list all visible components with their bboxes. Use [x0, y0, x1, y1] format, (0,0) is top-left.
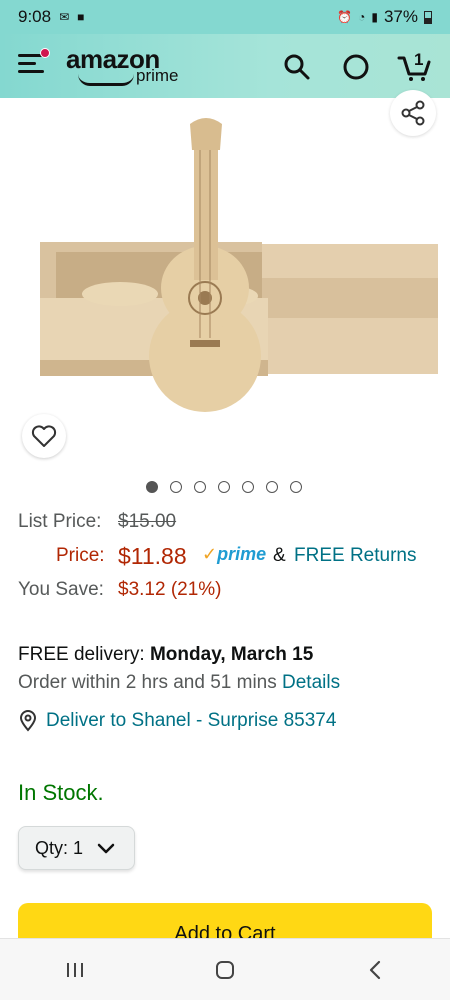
- carousel-dot[interactable]: [170, 481, 182, 493]
- menu-button[interactable]: [18, 48, 50, 76]
- stock-status: In Stock.: [18, 780, 104, 805]
- qty-label: Qty:: [35, 837, 69, 858]
- back-button[interactable]: [355, 950, 395, 990]
- back-icon: [369, 960, 381, 979]
- search-icon[interactable]: [282, 52, 312, 82]
- carousel-dot[interactable]: [194, 481, 206, 493]
- delivery-date: Monday, March 15: [149, 644, 314, 665]
- carousel-dot[interactable]: [218, 481, 230, 493]
- check-icon: ✓: [202, 544, 218, 564]
- ampersand: &: [273, 545, 286, 566]
- share-button[interactable]: [390, 90, 436, 136]
- alexa-icon[interactable]: [341, 52, 371, 82]
- free-returns-link[interactable]: FREE Returns: [294, 539, 416, 573]
- list-price-label: List Price:: [18, 511, 102, 532]
- list-price-row: List Price: $15.00: [18, 505, 438, 539]
- price-value: $11.88: [118, 543, 187, 569]
- price-block: List Price: $15.00 Price: $11.88 ✓prime …: [18, 505, 438, 607]
- heart-icon: [31, 425, 57, 447]
- carousel-dot[interactable]: [146, 481, 158, 493]
- qty-value: 1: [73, 837, 84, 858]
- cart-count: 1: [414, 50, 424, 69]
- price-label: Price:: [56, 545, 105, 566]
- wishlist-button[interactable]: [22, 414, 66, 458]
- delivery-info: FREE delivery: Monday, March 15 Order wi…: [18, 641, 438, 697]
- carousel-dot[interactable]: [290, 481, 302, 493]
- home-button[interactable]: [205, 950, 245, 990]
- signal-icon: ▮: [371, 10, 378, 24]
- clock: 9:08: [18, 7, 52, 26]
- recent-apps-icon: [67, 962, 83, 977]
- share-icon: [401, 100, 425, 126]
- prime-badge: ✓prime: [202, 544, 267, 564]
- image-carousel-dots[interactable]: [146, 481, 302, 493]
- chevron-down-icon: [97, 843, 115, 854]
- deliver-to-link[interactable]: Deliver to Shanel - Surprise 85374: [18, 710, 438, 732]
- battery-icon: [424, 10, 432, 24]
- battery-percent: 37%: [383, 7, 418, 26]
- you-save-row: You Save: $3.12 (21%): [18, 573, 438, 607]
- carousel-dot[interactable]: [266, 481, 278, 493]
- carousel-dot[interactable]: [242, 481, 254, 493]
- message-icon: ■: [77, 10, 85, 24]
- cart-button[interactable]: 1: [397, 50, 431, 82]
- you-save-label: You Save:: [18, 579, 104, 600]
- product-image[interactable]: [0, 90, 450, 462]
- you-save-value: $3.12 (21%): [118, 579, 222, 600]
- recent-apps-button[interactable]: [55, 950, 95, 990]
- app-header: amazon prime 1: [0, 34, 450, 98]
- home-icon: [216, 960, 234, 979]
- delivery-line: FREE delivery: Monday, March 15: [18, 644, 314, 665]
- wifi-icon: ◔: [358, 10, 366, 24]
- list-price-value: $15.00: [118, 511, 177, 532]
- location-pin-icon: [19, 710, 37, 732]
- amazon-logo[interactable]: amazon prime: [66, 46, 186, 88]
- alarm-icon: ⏰: [337, 10, 353, 24]
- notification-dot: [40, 48, 50, 58]
- order-within-line: Order within 2 hrs and 51 mins Details: [18, 672, 341, 693]
- mail-icon: ✉: [59, 10, 70, 24]
- details-link[interactable]: Details: [282, 672, 340, 693]
- deliver-to-text: Deliver to Shanel - Surprise 85374: [46, 710, 337, 731]
- system-nav-bar: [0, 938, 450, 1000]
- quantity-select[interactable]: Qty: 1: [18, 826, 135, 870]
- status-bar: 9:08 ✉ ■ ⏰ ◔ ▮ 37%: [0, 0, 450, 34]
- price-row: Price: $11.88 ✓prime & FREE Returns: [18, 539, 438, 573]
- guitar-usb-image: [40, 118, 438, 412]
- smile-icon: [78, 74, 134, 86]
